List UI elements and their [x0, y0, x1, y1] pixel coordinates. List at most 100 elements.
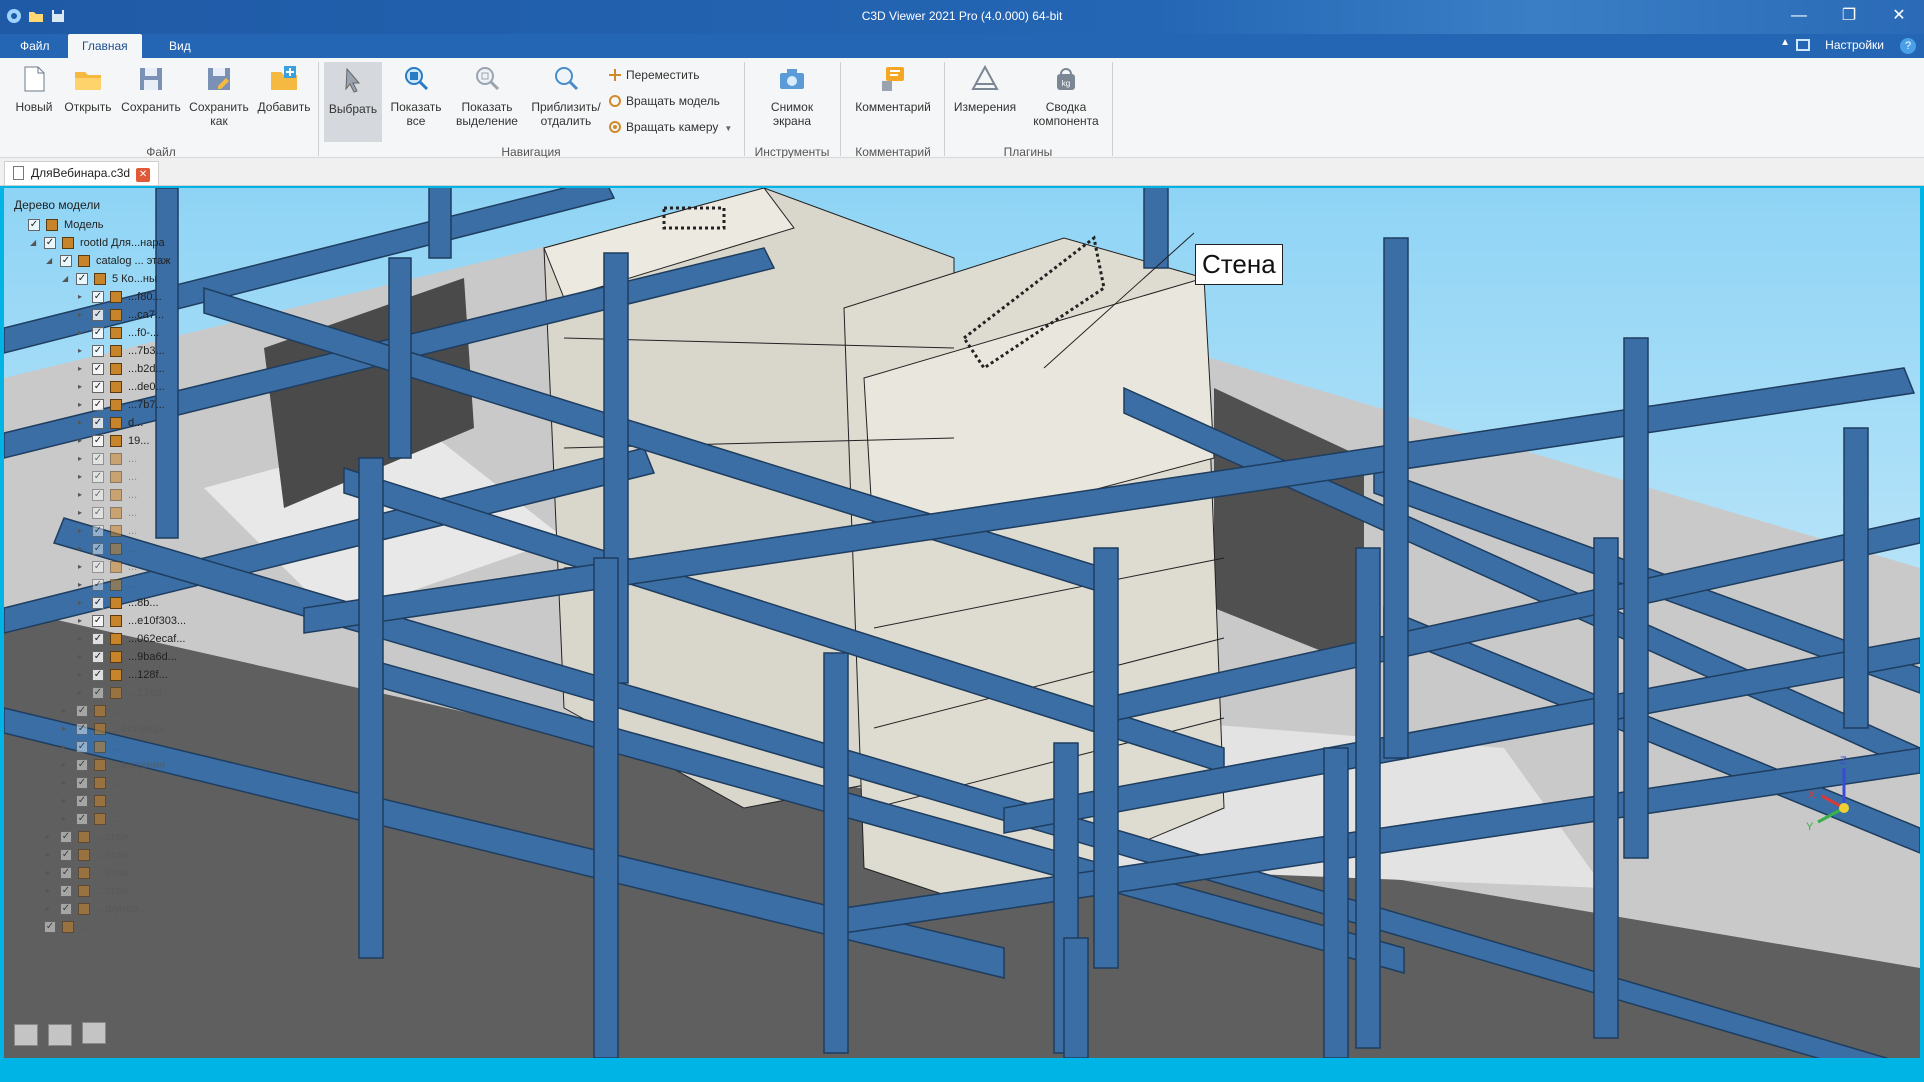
visibility-checkbox[interactable]: ✓	[60, 867, 72, 879]
visibility-checkbox[interactable]: ✓	[92, 363, 104, 375]
tree-item[interactable]: ▸ ✓ ...фунда...	[14, 900, 224, 918]
visibility-checkbox[interactable]: ✓	[92, 543, 104, 555]
expand-arrow-icon[interactable]: ▸	[78, 414, 88, 432]
document-tab[interactable]: ДляВебинара.c3d ✕	[4, 161, 160, 185]
tree-item[interactable]: ▸ ✓...	[14, 540, 224, 558]
tree-item[interactable]: ▸ ✓...	[14, 504, 224, 522]
visibility-checkbox[interactable]: ✓	[92, 561, 104, 573]
expand-arrow-icon[interactable]: ◢	[62, 270, 72, 288]
3d-viewport[interactable]: Z X Y Стена Дерево модели ✓ Модель ◢ ✓ rootI…	[4, 188, 1920, 1058]
expand-arrow-icon[interactable]: ▸	[78, 306, 88, 324]
expand-arrow-icon[interactable]: ▸	[78, 324, 88, 342]
expand-arrow-icon[interactable]: ▸	[46, 900, 56, 918]
visibility-checkbox[interactable]: ✓	[60, 831, 72, 843]
tree-item[interactable]: ▸ ✓ ...этаж	[14, 882, 224, 900]
visibility-checkbox[interactable]: ✓	[92, 399, 104, 411]
tree-item[interactable]: ▸ ✓ ...7b3...	[14, 342, 224, 360]
expand-arrow-icon[interactable]: ▸	[46, 828, 56, 846]
show-all-button[interactable]: Показать все	[386, 64, 446, 128]
tree-item[interactable]: ▸ ✓ ...аждения	[14, 756, 224, 774]
component-summary-button[interactable]: kg Сводка компонента	[1026, 64, 1106, 128]
expand-arrow-icon[interactable]: ▸	[62, 720, 72, 738]
visibility-checkbox[interactable]: ✓	[92, 453, 104, 465]
tree-item[interactable]: ▸ ✓ ...f80...	[14, 288, 224, 306]
tree-item[interactable]: ▸ ✓...	[14, 558, 224, 576]
tab-home[interactable]: Главная	[68, 34, 142, 58]
visibility-checkbox[interactable]: ✓	[76, 705, 88, 717]
expand-arrow-icon[interactable]: ▸	[78, 396, 88, 414]
tree-item[interactable]: ▸ ✓ d...	[14, 414, 224, 432]
expand-arrow-icon[interactable]: ▸	[78, 648, 88, 666]
expand-arrow-icon[interactable]: ▸	[78, 450, 88, 468]
visibility-checkbox[interactable]: ✓	[92, 651, 104, 663]
tree-item[interactable]: ▸ ✓ ...этаж	[14, 846, 224, 864]
expand-arrow-icon[interactable]: ▸	[78, 558, 88, 576]
move-button[interactable]: Переместить	[608, 68, 700, 82]
tree-item[interactable]: ◢ ✓ 5 Ко...ны	[14, 270, 224, 288]
expand-arrow-icon[interactable]: ▸	[78, 288, 88, 306]
visibility-checkbox[interactable]: ✓	[76, 813, 88, 825]
visibility-checkbox[interactable]: ✓	[92, 525, 104, 537]
tree-item[interactable]: ▸ ✓...	[14, 486, 224, 504]
visibility-checkbox[interactable]: ✓	[44, 237, 56, 249]
visibility-checkbox[interactable]: ✓	[28, 219, 40, 231]
tree-item[interactable]: ▸ ✓...	[14, 450, 224, 468]
close-button[interactable]: ✕	[1874, 0, 1924, 34]
visibility-checkbox[interactable]: ✓	[92, 435, 104, 447]
expand-arrow-icon[interactable]: ▸	[78, 612, 88, 630]
expand-arrow-icon[interactable]: ▸	[78, 522, 88, 540]
tree-item[interactable]: ▸ ✓ ...062ecaf...	[14, 630, 224, 648]
zoom-button[interactable]: Приблизить/ отдалить	[528, 64, 604, 128]
expand-arrow-icon[interactable]: ▸	[46, 882, 56, 900]
tree-item[interactable]: ◢ ✓ catalog ... этаж	[14, 252, 224, 270]
help-icon[interactable]: ?	[1900, 38, 1916, 54]
visibility-checkbox[interactable]: ✓	[60, 885, 72, 897]
visibility-checkbox[interactable]: ✓	[92, 633, 104, 645]
add-button[interactable]: Добавить	[256, 64, 312, 114]
visibility-checkbox[interactable]: ✓	[76, 795, 88, 807]
visibility-checkbox[interactable]: ✓	[92, 597, 104, 609]
tree-item[interactable]: ▸ ✓...	[14, 522, 224, 540]
visibility-checkbox[interactable]: ✓	[92, 291, 104, 303]
minimize-button[interactable]: —	[1774, 0, 1824, 34]
tree-item[interactable]: ▸ ✓...	[14, 792, 224, 810]
visibility-checkbox[interactable]: ✓	[92, 381, 104, 393]
tree-item[interactable]: ▸ ✓...	[14, 738, 224, 756]
visibility-checkbox[interactable]: ✓	[92, 417, 104, 429]
expand-arrow-icon[interactable]: ▸	[78, 666, 88, 684]
dropdown-arrow-icon[interactable]: ▼	[724, 124, 732, 133]
tree-item[interactable]: ▸ ✓ ...9ba6d...	[14, 648, 224, 666]
expand-arrow-icon[interactable]: ▸	[78, 360, 88, 378]
tree-item[interactable]: ✓ Модель	[14, 216, 224, 234]
visibility-checkbox[interactable]: ✓	[76, 759, 88, 771]
tree-item[interactable]: ▸ ✓ ...8b...	[14, 594, 224, 612]
show-selection-button[interactable]: Показать выделение	[452, 64, 522, 128]
expand-arrow-icon[interactable]: ▸	[46, 846, 56, 864]
save-button[interactable]: Сохранить	[120, 64, 182, 114]
expand-arrow-icon[interactable]: ▸	[62, 702, 72, 720]
rotate-camera-button[interactable]: Вращать камеру ▼	[608, 120, 732, 134]
tree-item[interactable]: ▸ ✓ ...de0...	[14, 378, 224, 396]
visibility-checkbox[interactable]: ✓	[60, 849, 72, 861]
visibility-checkbox[interactable]: ✓	[44, 921, 56, 933]
expand-arrow-icon[interactable]: ▸	[62, 810, 72, 828]
tree-item[interactable]: ▸ ✓...	[14, 576, 224, 594]
tree-item[interactable]: ▸ ✓ ...ca7...	[14, 306, 224, 324]
visibility-checkbox[interactable]: ✓	[92, 471, 104, 483]
expand-arrow-icon[interactable]: ▸	[78, 576, 88, 594]
visibility-checkbox[interactable]: ✓	[92, 669, 104, 681]
tree-item[interactable]: ▸ ✓ ...e10f303...	[14, 612, 224, 630]
expand-arrow-icon[interactable]: ▸	[78, 486, 88, 504]
expand-arrow-icon[interactable]: ▸	[62, 738, 72, 756]
visibility-checkbox[interactable]: ✓	[60, 903, 72, 915]
expand-arrow-icon[interactable]: ▸	[78, 540, 88, 558]
tree-item[interactable]: ▸ ✓...	[14, 774, 224, 792]
expand-arrow-icon[interactable]: ▸	[62, 756, 72, 774]
building-model[interactable]: Z X Y	[4, 188, 1920, 1058]
collapse-ribbon-icon[interactable]: ▲	[1780, 37, 1790, 48]
tree-item[interactable]: ▸ ✓ ...178d...	[14, 684, 224, 702]
view-cube-front-icon[interactable]	[14, 1024, 38, 1046]
tree-item[interactable]: ▸ ✓ ...128f...	[14, 666, 224, 684]
expand-arrow-icon[interactable]: ▸	[78, 342, 88, 360]
tree-item[interactable]: ▸ ✓...	[14, 702, 224, 720]
